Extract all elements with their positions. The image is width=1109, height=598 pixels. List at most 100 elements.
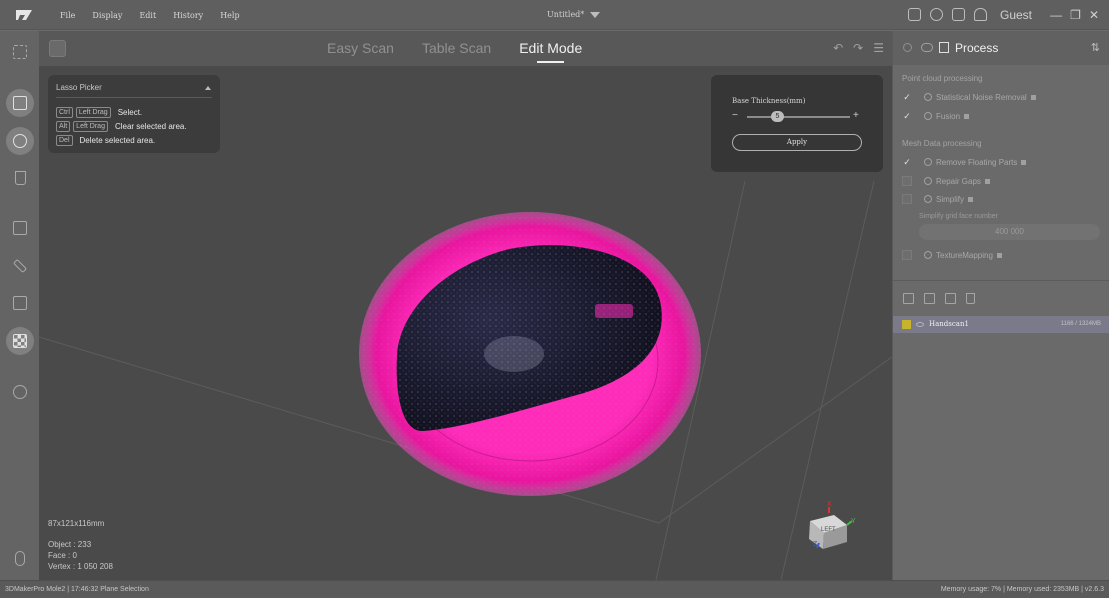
divider <box>56 97 212 98</box>
menu-help[interactable]: Help <box>220 11 239 20</box>
info-icon[interactable] <box>968 196 974 202</box>
checkbox-unchecked[interactable] <box>902 176 912 186</box>
checkbox-unchecked[interactable] <box>902 194 912 204</box>
mouse-hint-button[interactable] <box>9 547 31 569</box>
orientation-gizmo[interactable]: LEFT X Y Z <box>809 501 856 549</box>
document-title-dropdown[interactable]: Untitled* <box>547 10 601 19</box>
menu-history[interactable]: History <box>173 11 203 20</box>
svg-text:X: X <box>827 501 832 508</box>
book-icon[interactable] <box>908 8 921 21</box>
undo-icon[interactable]: ↶ <box>833 41 843 55</box>
option-remove-floating[interactable]: ✓ Remove Floating Parts <box>902 157 1027 167</box>
info-icon[interactable] <box>1021 159 1027 165</box>
scan-name: Handscan1 <box>929 320 969 328</box>
bell-icon[interactable] <box>974 8 987 21</box>
view-icon[interactable] <box>921 43 933 52</box>
eye-icon[interactable] <box>916 322 924 327</box>
key-left-drag: Left Drag <box>73 121 108 132</box>
decrease-button[interactable]: − <box>732 110 738 121</box>
document-title: Untitled* <box>547 10 585 19</box>
selected-patch <box>595 304 633 318</box>
option-label: Simplify <box>936 194 965 204</box>
hint-row: Ctrl Left Drag Select. <box>56 107 142 118</box>
mode-bar: Easy Scan Table Scan Edit Mode ↶ ↷ ☰ <box>39 31 892 66</box>
repair-icon <box>924 177 932 185</box>
object-count: Object : 233 <box>48 540 92 549</box>
texture-icon <box>924 251 932 259</box>
floating-parts-icon <box>924 158 932 166</box>
simplify-face-input[interactable]: 400 000 <box>919 224 1100 240</box>
apply-button[interactable]: Apply <box>732 134 862 151</box>
menu-edit[interactable]: Edit <box>139 11 156 20</box>
ruler-icon <box>12 258 28 274</box>
copy-button[interactable] <box>9 217 31 239</box>
refresh-icon[interactable] <box>930 8 943 21</box>
redo-icon[interactable]: ↷ <box>853 41 863 55</box>
section-point-cloud: Point cloud processing <box>902 74 983 83</box>
measure-button[interactable] <box>9 255 31 277</box>
increase-button[interactable]: + <box>853 110 859 121</box>
lasso-select-button[interactable] <box>6 89 34 117</box>
option-label: Remove Floating Parts <box>936 157 1018 167</box>
option-simplify[interactable]: Simplify <box>902 194 974 204</box>
checkbox-checked[interactable]: ✓ <box>902 92 912 102</box>
app-logo-icon[interactable] <box>16 9 32 21</box>
key-left-drag: Left Drag <box>75 107 111 118</box>
info-icon[interactable] <box>1030 94 1036 100</box>
trash-icon[interactable] <box>966 293 975 304</box>
export-icon[interactable] <box>924 293 935 304</box>
divider <box>893 280 1109 281</box>
menu-icon[interactable]: ☰ <box>873 41 884 55</box>
option-fusion[interactable]: ✓ Fusion <box>902 111 970 121</box>
camera-icon <box>13 385 27 399</box>
dimensions-readout: 87x121x116mm <box>48 519 105 528</box>
edit-note-icon[interactable] <box>952 8 965 21</box>
import-icon[interactable] <box>903 293 914 304</box>
svg-text:Z: Z <box>813 541 818 548</box>
option-texture-mapping[interactable]: TextureMapping <box>902 250 1002 260</box>
hint-select: Select. <box>117 108 143 117</box>
checkbox-checked[interactable]: ✓ <box>902 157 912 167</box>
color-swatch[interactable] <box>902 320 911 329</box>
key-alt: Alt <box>56 121 71 132</box>
section-mesh: Mesh Data processing <box>902 139 982 148</box>
sort-icon[interactable]: ⇅ <box>1091 41 1100 54</box>
process-panel: Process ⇅ Point cloud processing ✓ Stati… <box>892 31 1109 580</box>
close-icon[interactable]: ✕ <box>1089 8 1099 22</box>
info-icon[interactable] <box>996 252 1002 258</box>
crop-box-button[interactable] <box>9 292 31 314</box>
user-name[interactable]: Guest <box>1000 8 1032 22</box>
scan-list-item[interactable]: Handscan1 1166 / 1324MB <box>893 316 1109 333</box>
tab-table-scan[interactable]: Table Scan <box>422 40 491 56</box>
fit-view-button[interactable] <box>9 41 31 63</box>
link-icon[interactable] <box>49 40 66 57</box>
3d-viewport[interactable]: LEFT X Y Z Easy Scan Table Scan Edit Mod… <box>39 31 892 580</box>
thickness-slider-track[interactable] <box>747 116 850 118</box>
cube-icon <box>939 42 949 53</box>
maximize-icon[interactable]: ❐ <box>1070 8 1081 22</box>
mouse-icon <box>15 550 25 566</box>
minimize-icon[interactable]: — <box>1050 8 1062 22</box>
thickness-slider-handle[interactable]: 5 <box>771 111 784 122</box>
texture-toggle-button[interactable] <box>6 327 34 355</box>
duplicate-icon[interactable] <box>945 293 956 304</box>
info-icon[interactable] <box>964 113 970 119</box>
left-toolbar <box>0 31 39 580</box>
tab-easy-scan[interactable]: Easy Scan <box>327 40 394 56</box>
info-icon[interactable] <box>984 178 990 184</box>
lasso-tool-button[interactable] <box>6 127 34 155</box>
checkbox-checked[interactable]: ✓ <box>902 111 912 121</box>
collapse-icon[interactable] <box>205 86 211 90</box>
menu-file[interactable]: File <box>60 11 75 20</box>
checkbox-unchecked[interactable] <box>902 250 912 260</box>
option-repair-gaps[interactable]: Repair Gaps <box>902 176 990 186</box>
menu-display[interactable]: Display <box>92 11 122 20</box>
simplify-icon <box>924 195 932 203</box>
delete-button[interactable] <box>9 167 31 189</box>
svg-text:Y: Y <box>851 518 856 525</box>
menu-bar: File Display Edit History Help <box>60 11 257 20</box>
camera-button[interactable] <box>9 381 31 403</box>
option-statistical-noise[interactable]: ✓ Statistical Noise Removal <box>902 92 1036 102</box>
settings-icon[interactable] <box>903 43 912 52</box>
tab-edit-mode[interactable]: Edit Mode <box>519 40 582 63</box>
